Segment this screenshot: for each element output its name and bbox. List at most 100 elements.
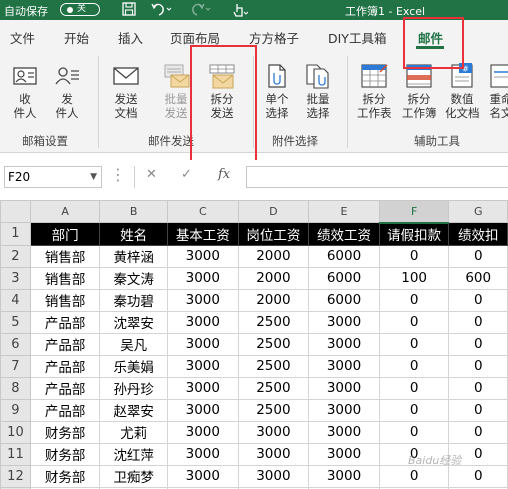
cell[interactable]: 6000 xyxy=(308,244,380,268)
tab-home[interactable]: 开始 xyxy=(64,28,89,47)
spreadsheet-grid[interactable]: A B C D E F G 1 部门 姓名 基本工资 岗位工资 绩效工资 请假扣款 绩效扣 2 销售部 黄梓涵 30… xyxy=(0,200,508,489)
name-box[interactable]: F20 ▼ xyxy=(4,166,102,188)
cell[interactable]: 6000 xyxy=(308,288,380,312)
bulk-send-button[interactable]: 批量 发送 xyxy=(159,62,193,120)
tab-insert[interactable]: 插入 xyxy=(118,28,143,47)
cell[interactable]: 0 xyxy=(448,398,508,422)
column-header-c[interactable]: C xyxy=(167,200,239,223)
cell[interactable]: 3000 xyxy=(167,420,239,444)
cell[interactable]: 3000 xyxy=(167,244,239,268)
cell[interactable]: 3000 xyxy=(167,288,239,312)
cell[interactable]: 尤莉 xyxy=(99,420,169,444)
cancel-icon[interactable]: ✕ xyxy=(146,167,157,182)
cell[interactable]: 0 xyxy=(448,420,508,444)
cell[interactable]: 3000 xyxy=(308,420,380,444)
bulk-select-button[interactable]: 批量 选择 xyxy=(301,62,335,120)
chevron-down-icon[interactable]: ▼ xyxy=(90,167,97,187)
cell[interactable]: 3000 xyxy=(237,420,310,444)
cell[interactable]: 3000 xyxy=(167,464,239,488)
redo-icon[interactable] xyxy=(190,2,212,20)
split-workbook-button[interactable]: 拆分 工作簿 xyxy=(402,62,437,120)
cell[interactable]: 秦文涛 xyxy=(99,266,169,290)
row-header[interactable]: 2 xyxy=(0,244,31,268)
cell[interactable]: 岗位工资 xyxy=(237,222,310,246)
row-header[interactable]: 12 xyxy=(0,464,31,488)
cell[interactable]: 2000 xyxy=(237,266,310,290)
cell[interactable]: 0 xyxy=(378,332,450,356)
cell[interactable]: 3000 xyxy=(167,442,239,466)
recipient-button[interactable]: 收 件人 xyxy=(8,62,42,120)
cell[interactable]: 秦功碧 xyxy=(99,288,169,312)
tab-diy-toolbox[interactable]: DIY工具箱 xyxy=(328,28,386,47)
cell[interactable]: 0 xyxy=(448,464,508,488)
cell[interactable]: 0 xyxy=(378,244,450,268)
cell[interactable]: 0 xyxy=(448,332,508,356)
cell[interactable]: 3000 xyxy=(237,464,310,488)
row-header[interactable]: 11 xyxy=(0,442,31,466)
cell[interactable]: 2500 xyxy=(237,332,310,356)
cell[interactable]: 2000 xyxy=(237,244,310,268)
split-sheet-button[interactable]: 拆分 工作表 xyxy=(357,62,392,120)
row-header[interactable]: 9 xyxy=(0,398,31,422)
cell[interactable]: 0 xyxy=(378,310,450,334)
row-header[interactable]: 4 xyxy=(0,288,31,312)
cell[interactable]: 产品部 xyxy=(29,332,101,356)
column-header-b[interactable]: B xyxy=(99,200,169,223)
cell[interactable]: 孙丹珍 xyxy=(99,376,169,400)
autosave-toggle[interactable]: 关 xyxy=(60,3,100,16)
cell[interactable]: 部门 xyxy=(29,222,101,246)
cell[interactable]: 3000 xyxy=(308,442,380,466)
cell[interactable]: 绩效扣 xyxy=(448,222,508,246)
cell[interactable]: 2500 xyxy=(237,398,310,422)
insert-function-icon[interactable]: fx xyxy=(218,167,230,182)
cell[interactable]: 2500 xyxy=(237,354,310,378)
cell[interactable]: 0 xyxy=(378,398,450,422)
cell[interactable]: 0 xyxy=(448,310,508,334)
single-select-button[interactable]: 单个 选择 xyxy=(260,62,294,120)
row-header[interactable]: 5 xyxy=(0,310,31,334)
cell[interactable]: 请假扣款 xyxy=(378,222,450,246)
cell[interactable]: 财务部 xyxy=(29,420,101,444)
cell[interactable]: 黄梓涵 xyxy=(99,244,169,268)
cell[interactable]: 3000 xyxy=(167,376,239,400)
column-header-g[interactable]: G xyxy=(448,200,508,223)
send-document-button[interactable]: 发送 文档 xyxy=(109,62,143,120)
cell[interactable]: 基本工资 xyxy=(167,222,239,246)
cell[interactable]: 3000 xyxy=(167,332,239,356)
cell[interactable]: 卫痴梦 xyxy=(99,464,169,488)
column-header-a[interactable]: A xyxy=(29,200,101,223)
row-header[interactable]: 1 xyxy=(0,222,31,246)
cell[interactable]: 0 xyxy=(448,376,508,400)
row-header[interactable]: 8 xyxy=(0,376,31,400)
cell[interactable]: 3000 xyxy=(167,266,239,290)
cell[interactable]: 沈红萍 xyxy=(99,442,169,466)
row-header[interactable]: 6 xyxy=(0,332,31,356)
numeric-doc-button[interactable]: # 数值 化文档 xyxy=(445,62,480,120)
cell[interactable]: 销售部 xyxy=(29,244,101,268)
cell[interactable]: 姓名 xyxy=(99,222,169,246)
cell[interactable]: 0 xyxy=(378,464,450,488)
cell[interactable]: 600 xyxy=(448,266,508,290)
rename-file-button[interactable]: 重命 名文 xyxy=(484,62,508,120)
row-header[interactable]: 3 xyxy=(0,266,31,290)
cell[interactable]: 产品部 xyxy=(29,310,101,334)
cell[interactable]: 0 xyxy=(448,288,508,312)
cell[interactable]: 销售部 xyxy=(29,288,101,312)
cell[interactable]: 乐美娟 xyxy=(99,354,169,378)
cell[interactable]: 2500 xyxy=(237,310,310,334)
cell[interactable]: 沈翠安 xyxy=(99,310,169,334)
cell[interactable]: 2500 xyxy=(237,376,310,400)
cell[interactable]: 3000 xyxy=(308,310,380,334)
cell[interactable]: 3000 xyxy=(308,464,380,488)
sender-button[interactable]: 发 件人 xyxy=(50,62,84,120)
cell[interactable]: 绩效工资 xyxy=(308,222,380,246)
more-options-icon[interactable]: ⋮ xyxy=(110,165,126,184)
row-header[interactable]: 7 xyxy=(0,354,31,378)
cell[interactable]: 财务部 xyxy=(29,442,101,466)
cell[interactable]: 0 xyxy=(448,354,508,378)
cell[interactable]: 产品部 xyxy=(29,398,101,422)
cell[interactable]: 财务部 xyxy=(29,464,101,488)
cell[interactable]: 100 xyxy=(378,266,450,290)
save-icon[interactable] xyxy=(122,2,136,20)
cell[interactable]: 0 xyxy=(378,354,450,378)
